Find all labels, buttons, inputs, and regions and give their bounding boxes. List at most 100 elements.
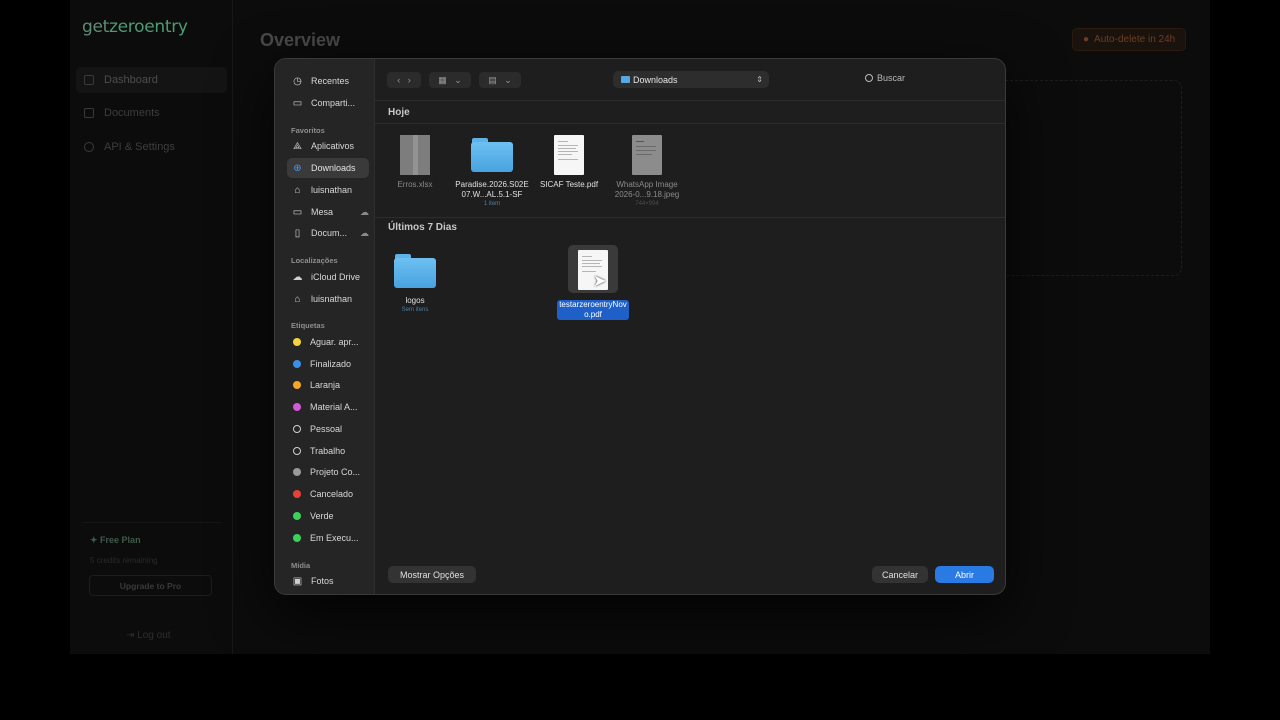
section-title-ultimos-7-dias: Últimos 7 Dias bbox=[388, 222, 457, 233]
image-thumbnail-icon bbox=[632, 135, 662, 175]
grid-view-icon: ▦ bbox=[438, 74, 447, 85]
open-button[interactable]: Abrir bbox=[935, 566, 994, 583]
gear-icon bbox=[84, 142, 94, 152]
sidebar-item-mesa[interactable]: ▭ Mesa ☁ bbox=[287, 202, 369, 222]
nav-back-forward[interactable]: ‹ › bbox=[387, 72, 421, 88]
sidebar-item-compartilhado[interactable]: ▭ Comparti... bbox=[287, 93, 367, 113]
file-name: logos bbox=[405, 296, 425, 305]
upgrade-button[interactable]: Upgrade to Pro bbox=[89, 575, 212, 596]
file-meta: Sem itens bbox=[401, 307, 429, 313]
dialog-sidebar: ◷ Recentes ▭ Comparti... Favoritos ⟁ Aplica… bbox=[275, 59, 375, 594]
tag-item[interactable]: Laranja bbox=[287, 375, 367, 395]
home-icon: ⌂ bbox=[294, 184, 301, 196]
photos-icon: ▣ bbox=[292, 575, 303, 587]
favorites-header: Favoritos bbox=[291, 126, 325, 135]
tag-dot-icon bbox=[293, 490, 301, 498]
tag-item[interactable]: Projeto Co... bbox=[287, 462, 367, 482]
plan-credits: 5 credits remaining bbox=[90, 556, 158, 565]
divider bbox=[375, 100, 1005, 101]
file-name: Erros.xlsx bbox=[397, 180, 433, 189]
sidebar-item-home[interactable]: ⌂ luisnathan bbox=[287, 180, 367, 200]
file-open-dialog: ◷ Recentes ▭ Comparti... Favoritos ⟁ Aplica… bbox=[274, 58, 1006, 595]
shared-folder-icon: ▭ bbox=[292, 97, 303, 109]
section-title-hoje: Hoje bbox=[388, 107, 410, 118]
sidebar-item-documentos[interactable]: ▯ Docum... ☁ bbox=[287, 223, 369, 243]
updown-chevron-icon: ⇕ bbox=[756, 75, 763, 84]
plan-box: ✦ Free Plan 5 credits remaining Upgrade … bbox=[82, 522, 222, 602]
sidebar-item-recentes[interactable]: ◷ Recentes bbox=[287, 71, 367, 91]
file-item-paradise[interactable]: Paradise.2026.S02E07.W...AL.5.1-SF 1 ite… bbox=[454, 138, 530, 208]
file-item-sicaf[interactable]: SICAF Teste.pdf bbox=[531, 135, 607, 190]
locations-header: Localizações bbox=[291, 256, 338, 265]
home-icon: ⌂ bbox=[294, 293, 301, 305]
file-meta: 744×994 bbox=[635, 201, 659, 207]
spreadsheet-icon bbox=[400, 135, 430, 175]
document-icon bbox=[84, 108, 94, 118]
file-meta: 1 item bbox=[483, 201, 501, 207]
file-item-erros[interactable]: Erros.xlsx bbox=[377, 135, 453, 190]
upload-dropzone[interactable] bbox=[1005, 80, 1182, 276]
tag-dot-icon bbox=[293, 534, 301, 542]
file-item-whatsapp-image[interactable]: WhatsApp Image 2026-0...9.18.jpeg 744×99… bbox=[609, 135, 685, 208]
page-title: Overview bbox=[260, 30, 341, 50]
download-icon: ⊕ bbox=[293, 162, 302, 174]
location-select[interactable]: Downloads ⇕ bbox=[613, 71, 769, 88]
tag-item[interactable]: Em Execu... bbox=[287, 528, 367, 548]
search-field[interactable]: Buscar bbox=[865, 73, 905, 83]
group-icon: ▤ bbox=[488, 74, 497, 85]
plan-title: ✦ Free Plan bbox=[90, 535, 141, 545]
app-logo: getzeroentry bbox=[82, 17, 188, 37]
tag-item[interactable]: Material A... bbox=[287, 397, 367, 417]
group-button[interactable]: ▤ ⌄ bbox=[479, 72, 521, 88]
nav-api-settings[interactable]: API & Settings bbox=[76, 134, 227, 160]
view-mode-button[interactable]: ▦ ⌄ bbox=[429, 72, 471, 88]
dot-icon: ● bbox=[1083, 34, 1090, 45]
logout-button[interactable]: ⇥ Log out bbox=[126, 630, 171, 641]
cloud-icon: ☁ bbox=[360, 227, 369, 238]
sidebar-item-fotos[interactable]: ▣ Fotos bbox=[287, 571, 367, 591]
file-name: SICAF Teste.pdf bbox=[539, 180, 599, 189]
file-name: testarzeroentryNovo.pdf bbox=[555, 295, 631, 320]
sidebar-item-downloads[interactable]: ⊕ Downloads bbox=[287, 158, 369, 178]
cancel-button[interactable]: Cancelar bbox=[872, 566, 928, 583]
cursor-arrow-icon: ➤ bbox=[593, 273, 607, 290]
tag-item[interactable]: Verde bbox=[287, 506, 367, 526]
dialog-main: ‹ › ▦ ⌄ ▤ ⌄ Downloads ⇕ Buscar Hoje Erros… bbox=[375, 59, 1005, 594]
cloud-icon: ☁ bbox=[360, 206, 369, 217]
tag-item[interactable]: Cancelado bbox=[287, 484, 367, 504]
tag-dot-icon bbox=[293, 512, 301, 520]
logout-icon: ⇥ bbox=[126, 630, 135, 641]
document-icon: ▯ bbox=[294, 227, 301, 239]
desktop-icon: ▭ bbox=[292, 206, 303, 218]
tag-item[interactable]: Trabalho bbox=[287, 441, 367, 461]
chevron-left-icon: ‹ bbox=[397, 75, 401, 85]
file-name: Paradise.2026.S02E07.W...AL.5.1-SF bbox=[455, 180, 529, 199]
tag-dot-icon bbox=[293, 425, 301, 433]
folder-icon bbox=[621, 76, 630, 83]
autodelete-badge: ● Auto-delete in 24h bbox=[1072, 28, 1187, 51]
folder-icon bbox=[471, 138, 513, 172]
chevron-down-icon: ⌄ bbox=[454, 74, 462, 85]
chevron-right-icon: › bbox=[407, 75, 411, 85]
clock-icon: ◷ bbox=[293, 75, 302, 87]
folder-icon bbox=[394, 254, 436, 288]
tag-dot-icon bbox=[293, 468, 301, 476]
tag-dot-icon bbox=[293, 338, 301, 346]
tag-item[interactable]: Aguar. apr... bbox=[287, 332, 367, 352]
nav-dashboard[interactable]: Dashboard bbox=[76, 67, 227, 93]
file-item-logos[interactable]: logos Sem itens bbox=[377, 254, 453, 314]
tag-item[interactable]: Pessoal bbox=[287, 419, 367, 439]
show-options-button[interactable]: Mostrar Opções bbox=[388, 566, 476, 583]
cloud-icon: ☁ bbox=[292, 271, 303, 283]
file-name: WhatsApp Image 2026-0...9.18.jpeg bbox=[614, 180, 680, 199]
nav-documents[interactable]: Documents bbox=[76, 100, 227, 126]
media-header: Mídia bbox=[291, 561, 311, 570]
sidebar-item-aplicativos[interactable]: ⟁ Aplicativos bbox=[287, 136, 367, 156]
tag-dot-icon bbox=[293, 381, 301, 389]
grid-icon bbox=[84, 75, 94, 85]
sidebar-item-icloud[interactable]: ☁ iCloud Drive bbox=[287, 267, 367, 287]
sidebar-item-home-location[interactable]: ⌂ luisnathan bbox=[287, 289, 367, 309]
tag-dot-icon bbox=[293, 360, 301, 368]
tag-item[interactable]: Finalizado bbox=[287, 354, 367, 374]
tag-dot-icon bbox=[293, 403, 301, 411]
